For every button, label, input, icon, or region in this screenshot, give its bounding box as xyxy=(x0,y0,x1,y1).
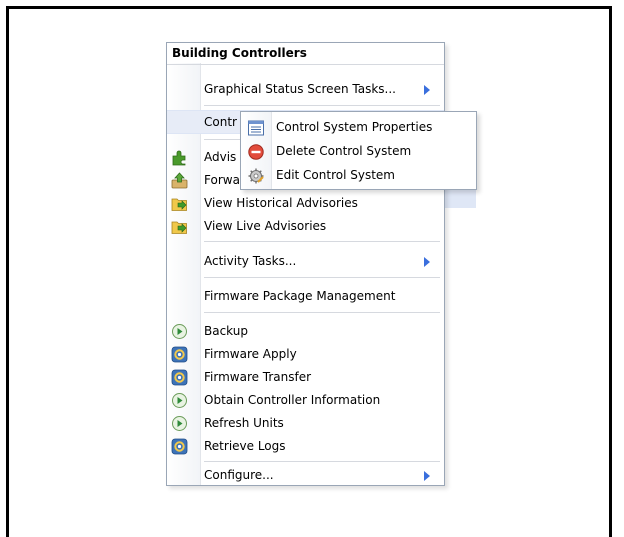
menu-item-activity-tasks[interactable]: Activity Tasks... xyxy=(167,250,444,272)
menu-item-label: Advis xyxy=(204,150,237,164)
menu-item-label: Firmware Transfer xyxy=(204,370,312,384)
submenu-item-edit-control-system[interactable]: Edit Control System xyxy=(241,163,476,187)
menu-separator xyxy=(204,461,440,462)
menu-item-label: Refresh Units xyxy=(204,416,284,430)
menu-item-label: Backup xyxy=(204,324,248,338)
play-circle-icon xyxy=(171,415,188,432)
delete-red-circle-icon xyxy=(247,143,265,161)
menu-item-refresh-units[interactable]: Refresh Units xyxy=(167,412,444,434)
submenu-arrow-icon xyxy=(424,257,430,267)
menu-item-label: Firmware Package Management xyxy=(204,289,396,303)
submenu-item-label: Delete Control System xyxy=(276,144,412,158)
play-circle-icon xyxy=(171,392,188,409)
menu-item-retrieve-logs[interactable]: Retrieve Logs xyxy=(167,435,444,457)
menu-item-firmware-transfer[interactable]: Firmware Transfer xyxy=(167,366,444,388)
folder-arrow-icon xyxy=(171,218,188,235)
menu-separator xyxy=(204,105,440,106)
submenu-item-delete-control-system[interactable]: Delete Control System xyxy=(241,139,476,163)
menu-item-label: Forwa xyxy=(204,173,240,187)
puzzle-green-icon xyxy=(171,149,188,166)
menu-item-label: Firmware Apply xyxy=(204,347,297,361)
menu-hover-highlight xyxy=(440,188,476,208)
menu-item-configure[interactable]: Configure... xyxy=(167,464,444,486)
menu-item-label: View Historical Advisories xyxy=(204,196,358,210)
edit-gear-icon xyxy=(247,167,265,185)
menu-item-backup[interactable]: Backup xyxy=(167,320,444,342)
menu-item-label: Configure... xyxy=(204,468,274,482)
submenu-arrow-icon xyxy=(424,471,430,481)
menu-item-graphical-status-screen-tasks[interactable]: Graphical Status Screen Tasks... xyxy=(167,78,444,100)
menu-item-firmware-apply[interactable]: Firmware Apply xyxy=(167,343,444,365)
menu-title: Building Controllers xyxy=(172,46,307,60)
gear-refresh-icon xyxy=(171,346,188,363)
menu-title-separator xyxy=(167,64,444,65)
submenu-arrow-icon xyxy=(424,85,430,95)
forward-upload-icon xyxy=(171,172,188,189)
menu-item-label: Retrieve Logs xyxy=(204,439,286,453)
folder-arrow-icon xyxy=(171,195,188,212)
menu-item-firmware-package-management[interactable]: Firmware Package Management xyxy=(167,285,444,307)
menu-item-label: Graphical Status Screen Tasks... xyxy=(204,82,396,96)
play-circle-icon xyxy=(171,323,188,340)
menu-separator xyxy=(204,241,440,242)
menu-item-label: Contr xyxy=(204,115,237,129)
gear-refresh-icon xyxy=(171,438,188,455)
menu-item-label: Activity Tasks... xyxy=(204,254,297,268)
submenu-item-label: Edit Control System xyxy=(276,168,395,182)
building-controllers-context-menu: Building Controllers Graphical Status Sc… xyxy=(166,42,445,486)
properties-list-icon xyxy=(247,119,265,137)
menu-item-view-live-advisories[interactable]: View Live Advisories xyxy=(167,215,444,237)
menu-item-obtain-controller-information[interactable]: Obtain Controller Information xyxy=(167,389,444,411)
gear-refresh-icon xyxy=(171,369,188,386)
submenu-item-label: Control System Properties xyxy=(276,120,433,134)
submenu-item-control-system-properties[interactable]: Control System Properties xyxy=(241,115,476,139)
menu-item-label: Obtain Controller Information xyxy=(204,393,381,407)
menu-item-view-historical-advisories[interactable]: View Historical Advisories xyxy=(167,192,444,214)
control-system-submenu: Control System Properties Delete Control… xyxy=(240,111,477,190)
menu-separator xyxy=(204,312,440,313)
menu-item-label: View Live Advisories xyxy=(204,219,327,233)
menu-separator xyxy=(204,277,440,278)
